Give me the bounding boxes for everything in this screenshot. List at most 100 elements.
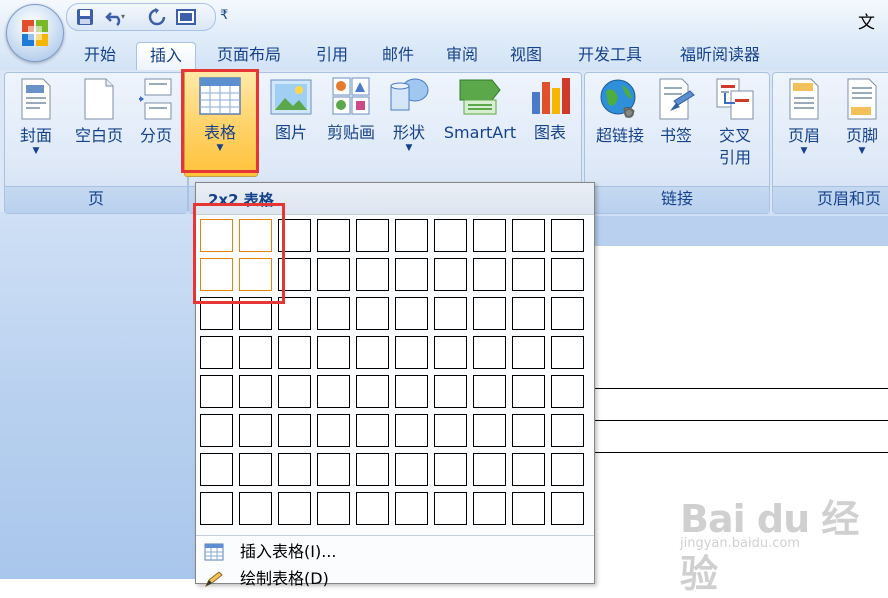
- table-grid-cell[interactable]: [512, 453, 545, 486]
- table-grid-cell[interactable]: [551, 492, 584, 525]
- table-grid-cell[interactable]: [473, 258, 506, 291]
- table-grid-cell[interactable]: [356, 258, 389, 291]
- table-grid-cell[interactable]: [317, 375, 350, 408]
- clip-art-button[interactable]: 剪贴画: [320, 76, 382, 144]
- table-grid-cell[interactable]: [317, 453, 350, 486]
- table-grid-cell[interactable]: [356, 336, 389, 369]
- table-grid-cell[interactable]: [239, 336, 272, 369]
- table-grid-cell[interactable]: [356, 414, 389, 447]
- table-grid-cell[interactable]: [551, 414, 584, 447]
- shapes-button[interactable]: 形状 ▼: [386, 76, 432, 153]
- table-grid-cell[interactable]: [239, 453, 272, 486]
- table-grid-cell[interactable]: [473, 375, 506, 408]
- table-grid-cell[interactable]: [512, 414, 545, 447]
- blank-page-button[interactable]: 空白页: [67, 77, 131, 147]
- table-grid-cell[interactable]: [356, 492, 389, 525]
- table-grid-cell[interactable]: [317, 492, 350, 525]
- table-grid-cell[interactable]: [434, 336, 467, 369]
- table-grid-cell[interactable]: [200, 453, 233, 486]
- table-grid-cell[interactable]: [239, 375, 272, 408]
- table-grid-cell[interactable]: [512, 375, 545, 408]
- table-grid-cell[interactable]: [317, 336, 350, 369]
- office-button[interactable]: [6, 4, 64, 62]
- page-break-button[interactable]: 分页: [133, 77, 179, 147]
- table-grid-cell[interactable]: [551, 258, 584, 291]
- table-grid-cell[interactable]: [395, 492, 428, 525]
- table-grid-cell[interactable]: [395, 297, 428, 330]
- table-grid-cell[interactable]: [512, 258, 545, 291]
- tab-foxit-reader[interactable]: 福昕阅读器: [664, 42, 776, 70]
- tab-page-layout[interactable]: 页面布局: [204, 42, 294, 70]
- table-grid-cell[interactable]: [434, 297, 467, 330]
- print-preview-icon[interactable]: [175, 7, 197, 27]
- table-grid-cell[interactable]: [512, 219, 545, 252]
- table-grid-cell[interactable]: [512, 297, 545, 330]
- chart-button[interactable]: 图表: [526, 76, 574, 144]
- table-grid-cell[interactable]: [200, 375, 233, 408]
- table-grid-cell[interactable]: [200, 492, 233, 525]
- redo-icon[interactable]: [147, 7, 169, 27]
- table-grid-cell[interactable]: [551, 297, 584, 330]
- draw-table-menu-item[interactable]: 绘制表格(D): [196, 566, 594, 592]
- table-grid-cell[interactable]: [278, 453, 311, 486]
- table-grid-cell[interactable]: [395, 336, 428, 369]
- table-grid-cell[interactable]: [434, 414, 467, 447]
- table-grid-cell[interactable]: [200, 414, 233, 447]
- table-grid-cell[interactable]: [434, 453, 467, 486]
- smartart-button[interactable]: SmartArt: [436, 76, 524, 144]
- table-button-content[interactable]: 表格 ▼: [188, 76, 252, 153]
- table-grid-cell[interactable]: [395, 453, 428, 486]
- tab-review[interactable]: 审阅: [432, 42, 492, 70]
- table-grid-cell[interactable]: [395, 219, 428, 252]
- table-grid-cell[interactable]: [395, 375, 428, 408]
- table-grid-cell[interactable]: [278, 414, 311, 447]
- table-grid-cell[interactable]: [356, 375, 389, 408]
- cross-reference-button[interactable]: 交叉 引用: [707, 77, 763, 169]
- table-grid-cell[interactable]: [278, 375, 311, 408]
- table-grid-cell[interactable]: [317, 219, 350, 252]
- table-grid-cell[interactable]: [551, 453, 584, 486]
- table-grid-cell[interactable]: [473, 492, 506, 525]
- picture-button[interactable]: 图片: [264, 76, 318, 144]
- table-grid-cell[interactable]: [551, 375, 584, 408]
- table-grid-cell[interactable]: [356, 453, 389, 486]
- table-grid-cell[interactable]: [278, 492, 311, 525]
- table-grid-cell[interactable]: [200, 336, 233, 369]
- footer-button[interactable]: 页脚 ▼: [837, 77, 887, 156]
- cover-page-button[interactable]: 封面 ▼: [13, 77, 59, 156]
- table-grid-cell[interactable]: [317, 297, 350, 330]
- table-grid-cell[interactable]: [239, 492, 272, 525]
- table-grid-cell[interactable]: [473, 453, 506, 486]
- customize-qat-icon[interactable]: ₹: [220, 8, 228, 23]
- undo-icon[interactable]: ▾: [105, 7, 127, 27]
- insert-table-menu-item[interactable]: 插入表格(I)...: [196, 539, 594, 565]
- table-grid-cell[interactable]: [317, 414, 350, 447]
- table-grid-cell[interactable]: [434, 258, 467, 291]
- tab-mailings[interactable]: 邮件: [368, 42, 428, 70]
- save-icon[interactable]: [75, 7, 97, 27]
- table-grid-cell[interactable]: [434, 375, 467, 408]
- header-button[interactable]: 页眉 ▼: [779, 77, 829, 156]
- table-grid-cell[interactable]: [512, 492, 545, 525]
- table-grid-cell[interactable]: [356, 219, 389, 252]
- hyperlink-button[interactable]: 超链接: [589, 77, 651, 147]
- table-grid-cell[interactable]: [434, 492, 467, 525]
- table-grid-cell[interactable]: [551, 336, 584, 369]
- table-grid-cell[interactable]: [512, 336, 545, 369]
- table-grid-cell[interactable]: [317, 258, 350, 291]
- table-grid-cell[interactable]: [356, 297, 389, 330]
- tab-home[interactable]: 开始: [70, 42, 130, 70]
- table-grid-cell[interactable]: [473, 297, 506, 330]
- tab-developer[interactable]: 开发工具: [564, 42, 656, 70]
- table-grid-cell[interactable]: [395, 258, 428, 291]
- bookmark-button[interactable]: 书签: [653, 77, 699, 147]
- table-grid-cell[interactable]: [551, 219, 584, 252]
- tab-view[interactable]: 视图: [496, 42, 556, 70]
- table-grid-cell[interactable]: [278, 336, 311, 369]
- table-grid-cell[interactable]: [434, 219, 467, 252]
- table-grid-cell[interactable]: [473, 414, 506, 447]
- table-grid-cell[interactable]: [473, 219, 506, 252]
- table-grid-cell[interactable]: [473, 336, 506, 369]
- table-grid-cell[interactable]: [239, 414, 272, 447]
- table-grid-cell[interactable]: [395, 414, 428, 447]
